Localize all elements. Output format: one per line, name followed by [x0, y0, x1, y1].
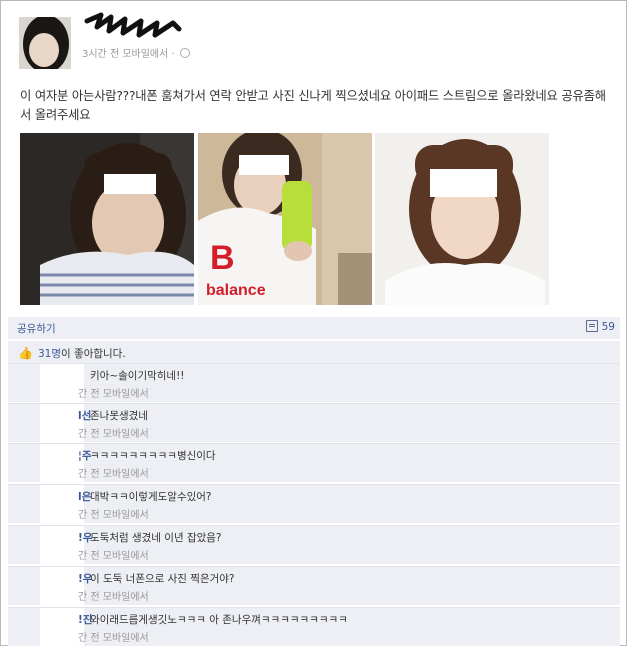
- likes-suffix: 이 좋아합니다.: [61, 348, 126, 360]
- comment-item: ¦주 ㅋㅋㅋㅋㅋㅋㅋㅋㅋ병신이다 간 전 모바일에서: [8, 443, 620, 482]
- comment-item: 키아~솔이기막히네!! 간 전 모바일에서: [8, 363, 620, 402]
- photo-1-image: [20, 133, 194, 305]
- comment-count[interactable]: 59: [585, 320, 615, 333]
- comment-text: ㅋㅋㅋㅋㅋㅋㅋㅋㅋ병신이다: [90, 450, 216, 462]
- likes-summary: 31명이 좋아합니다.: [38, 346, 126, 361]
- avatar-face: [29, 33, 59, 67]
- comment-timestamp[interactable]: 간 전 모바일에서: [78, 629, 149, 644]
- comment-text: 존나못생겼네: [90, 410, 148, 422]
- face-censor-bar: [239, 155, 289, 175]
- comment-text: 도둑처럼 생겼네 이년 잡았음?: [90, 532, 222, 544]
- comment-text: 키아~솔이기막히네!!: [90, 370, 185, 382]
- post-text: 이 여자분 아는사람???내폰 훔쳐가서 연락 안받고 사진 신나게 찍으셨네요…: [20, 89, 606, 122]
- globe-icon: [179, 48, 190, 58]
- comment-item: l은 대박ㅋㅋ이렇게도알수있어? 간 전 모바일에서: [8, 484, 620, 523]
- comment-timestamp[interactable]: 간 전 모바일에서: [78, 588, 149, 603]
- likes-count[interactable]: 31명: [38, 348, 61, 360]
- comment-timestamp[interactable]: 간 전 모바일에서: [78, 547, 149, 562]
- comment-item: !우 도둑처럼 생겼네 이년 잡았음? 간 전 모바일에서: [8, 525, 620, 564]
- comment-text: 와이래드릅게생깃노ㅋㅋㅋ 아 존나우껴ㅋㅋㅋㅋㅋㅋㅋㅋㅋ: [90, 614, 348, 626]
- face-censor-bar: [430, 169, 497, 197]
- comment-text: 대박ㅋㅋ이렇게도알수있어?: [90, 491, 212, 503]
- post-timestamp[interactable]: 3시간 전 모바일에서 ·: [82, 45, 190, 60]
- comment-timestamp[interactable]: 간 전 모바일에서: [78, 506, 149, 521]
- face-censor-bar: [104, 174, 156, 194]
- comment-item: !진 와이래드릅게생깃노ㅋㅋㅋ 아 존나우껴ㅋㅋㅋㅋㅋㅋㅋㅋㅋ 간 전 모바일에…: [8, 607, 620, 646]
- comment-timestamp[interactable]: 간 전 모바일에서: [78, 425, 149, 440]
- redacted-name-scribble: [84, 12, 182, 38]
- comment-count-value: 59: [601, 321, 615, 333]
- like-thumb-icon: 👍: [18, 346, 33, 360]
- post-photo-3[interactable]: [375, 133, 549, 305]
- facebook-post: 3시간 전 모바일에서 · 이 여자분 아는사람???내폰 훔쳐가서 연락 안받…: [0, 0, 627, 646]
- comment-icon: [585, 320, 598, 332]
- photo-3-image: [375, 133, 549, 305]
- action-bar: 공유하기 59: [8, 317, 620, 339]
- likes-row: 👍 31명이 좋아합니다.: [8, 340, 620, 363]
- svg-text:B: B: [210, 239, 235, 277]
- comment-text: 이 도둑 너폰으로 사진 찍은거야?: [90, 573, 235, 585]
- post-photo-2[interactable]: B balance: [198, 133, 372, 305]
- avatar[interactable]: [19, 17, 71, 69]
- post-photo-1[interactable]: [20, 133, 194, 305]
- share-link[interactable]: 공유하기: [17, 321, 56, 336]
- svg-text:balance: balance: [206, 282, 266, 299]
- comment-item: l선 존나못생겼네 간 전 모바일에서: [8, 403, 620, 442]
- comment-timestamp[interactable]: 간 전 모바일에서: [78, 465, 149, 480]
- comment-item: !우 이 도둑 너폰으로 사진 찍은거야? 간 전 모바일에서: [8, 566, 620, 605]
- post-time-label[interactable]: 3시간 전 모바일에서 ·: [82, 49, 178, 60]
- comment-timestamp[interactable]: 간 전 모바일에서: [78, 385, 149, 400]
